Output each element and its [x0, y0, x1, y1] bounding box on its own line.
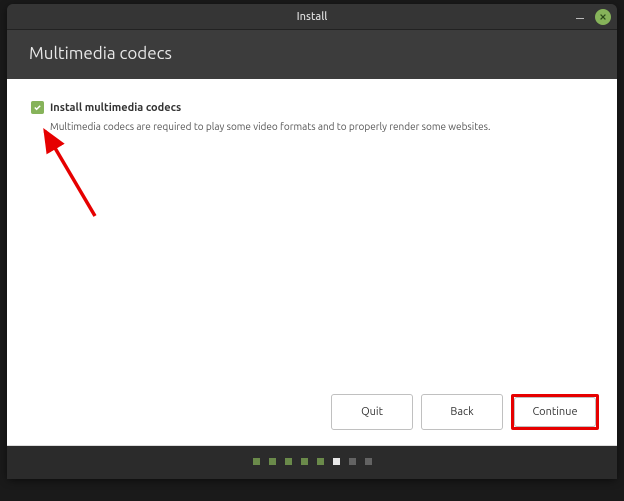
titlebar: Install	[7, 4, 617, 30]
install-codecs-option[interactable]: Install multimedia codecs	[31, 101, 593, 114]
install-codecs-checkbox[interactable]	[31, 101, 44, 114]
back-button[interactable]: Back	[421, 394, 503, 430]
progress-pager	[7, 446, 617, 479]
pager-step-2	[269, 458, 276, 465]
pager-step-5	[317, 458, 324, 465]
checkmark-icon	[33, 103, 42, 112]
close-button[interactable]	[595, 9, 611, 25]
close-icon	[599, 13, 607, 21]
window-title: Install	[297, 11, 328, 23]
titlebar-controls	[573, 4, 611, 29]
page-header: Multimedia codecs	[7, 30, 617, 79]
continue-button[interactable]: Continue	[514, 397, 596, 427]
content-area: Install multimedia codecs Multimedia cod…	[7, 79, 617, 446]
arrow-annotation-icon	[35, 121, 105, 221]
page-title: Multimedia codecs	[29, 44, 595, 63]
installer-window: Install Multimedia codecs Install multim…	[7, 4, 617, 479]
minimize-icon	[576, 18, 584, 20]
pager-step-3	[285, 458, 292, 465]
pager-step-4	[301, 458, 308, 465]
codecs-description: Multimedia codecs are required to play s…	[50, 121, 593, 132]
minimize-button[interactable]	[573, 10, 587, 24]
pager-step-6-current	[333, 458, 340, 465]
quit-button[interactable]: Quit	[331, 394, 413, 430]
continue-highlight-annotation: Continue	[511, 394, 599, 430]
install-codecs-label: Install multimedia codecs	[50, 102, 181, 114]
pager-step-8	[365, 458, 372, 465]
button-bar: Quit Back Continue	[331, 394, 599, 430]
pager-step-1	[253, 458, 260, 465]
pager-step-7	[349, 458, 356, 465]
